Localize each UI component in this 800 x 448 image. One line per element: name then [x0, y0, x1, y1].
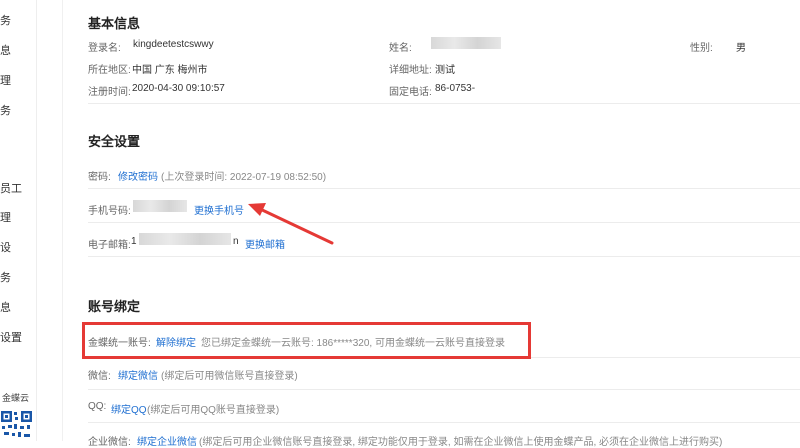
brand-label: 金蝶云 [2, 393, 30, 403]
email-prefix: 1 [131, 236, 137, 247]
region-value: 中国 广东 梅州市 [132, 65, 208, 76]
landline-value: 86-0753- [435, 83, 476, 94]
email-redacted [139, 233, 231, 245]
sidebar-item[interactable]: 务 [0, 269, 11, 285]
qq-hint: (绑定后可用QQ账号直接登录) [147, 405, 280, 416]
divider [88, 422, 800, 423]
divider [88, 222, 800, 223]
last-login-hint: (上次登录时间: 2022-07-19 08:52:50) [161, 172, 327, 183]
register-time-value: 2020-04-30 09:10:57 [132, 83, 225, 94]
wechat-label: 微信: [88, 371, 111, 382]
sidebar-item[interactable]: 理 [0, 72, 11, 88]
change-password-link[interactable]: 修改密码 [118, 168, 158, 183]
sidebar-item[interactable]: 息 [0, 42, 11, 58]
login-name-value: kingdeetestcswwy [133, 39, 214, 50]
sidebar-item[interactable]: 员工 [0, 180, 22, 196]
divider [88, 103, 800, 104]
mobile-label: 手机号码: [88, 206, 131, 217]
wechat-hint: (绑定后可用微信账号直接登录) [161, 371, 298, 382]
change-mobile-link[interactable]: 更换手机号 [194, 202, 244, 217]
name-label: 姓名: [389, 43, 412, 54]
address-value: 测试 [435, 65, 455, 76]
region-label: 所在地区: [88, 65, 131, 76]
sidebar-item[interactable]: 理 [0, 209, 11, 225]
section-title-binding: 账号绑定 [88, 299, 141, 314]
divider [88, 188, 800, 189]
bind-wechat-link[interactable]: 绑定微信 [118, 367, 158, 382]
sidebar-item[interactable]: 设 [0, 239, 11, 255]
divider [88, 256, 800, 257]
password-label: 密码: [88, 172, 111, 183]
bind-qq-link[interactable]: 绑定QQ [111, 401, 147, 416]
section-title-basic-info: 基本信息 [88, 16, 141, 31]
gender-value: 男 [736, 43, 746, 54]
annotation-arrow-icon [248, 203, 334, 245]
qq-label: QQ: [88, 401, 107, 412]
section-title-security: 安全设置 [88, 134, 141, 149]
sidebar-item[interactable]: 息 [0, 299, 11, 315]
sidebar-item[interactable]: 务 [0, 12, 11, 28]
left-sidebar: 务 息 理 务 员工 理 设 务 息 设置 金蝶云 [0, 0, 37, 442]
sidebar-item[interactable]: 务 [0, 102, 11, 118]
name-redacted [431, 37, 501, 49]
login-name-label: 登录名: [88, 43, 121, 54]
landline-label: 固定电话: [389, 87, 432, 98]
address-label: 详细地址: [389, 65, 432, 76]
mobile-redacted [133, 200, 187, 212]
gender-label: 性别: [690, 43, 713, 54]
email-suffix: n [233, 236, 239, 247]
email-label: 电子邮箱: [88, 240, 131, 251]
divider [88, 389, 800, 390]
qr-code-icon [0, 408, 34, 442]
register-time-label: 注册时间: [88, 87, 131, 98]
annotation-highlight-box [82, 322, 531, 359]
sidebar-item-settings[interactable]: 设置 [0, 329, 22, 345]
